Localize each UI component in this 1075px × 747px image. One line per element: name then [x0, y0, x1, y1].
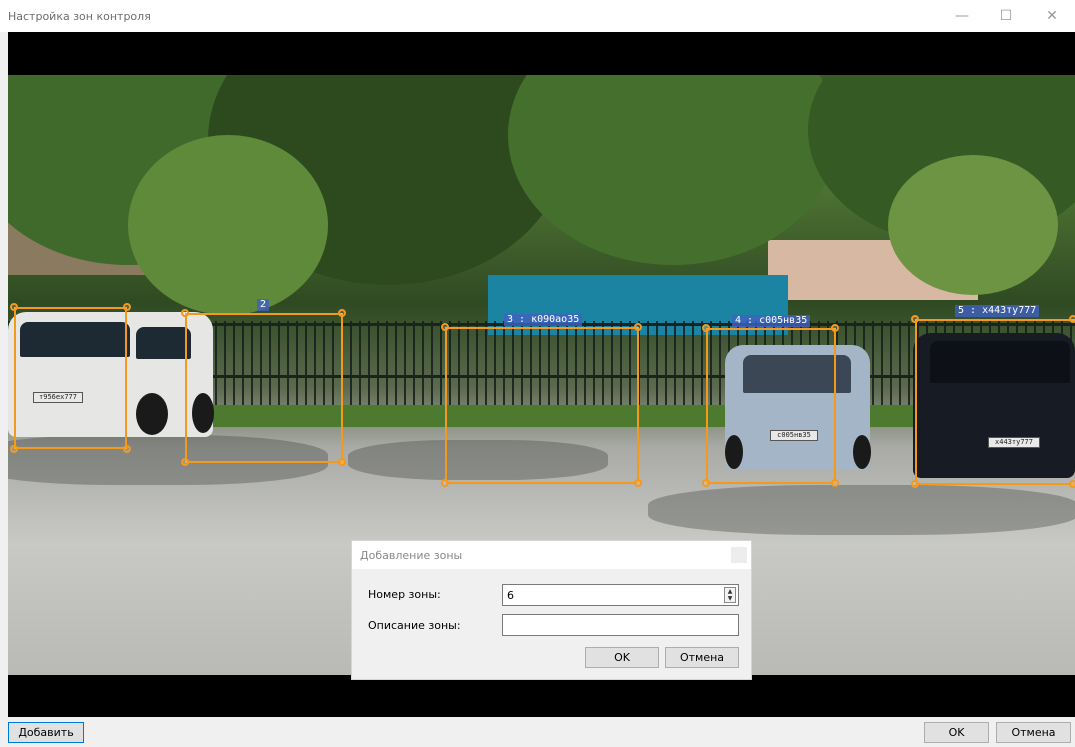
- maximize-button[interactable]: ☐: [984, 0, 1028, 32]
- zone-2-handle[interactable]: [181, 458, 189, 466]
- zone-2-handle[interactable]: [181, 309, 189, 317]
- zone-1-handle[interactable]: [123, 303, 131, 311]
- stepper-up-icon[interactable]: ▲: [725, 588, 735, 595]
- stepper-down-icon[interactable]: ▼: [725, 595, 735, 602]
- title-bar: Настройка зон контроля — ☐ ✕: [0, 0, 1075, 32]
- zone-label-4: 4 : с005нв35: [732, 315, 811, 327]
- zone-number-label: Номер зоны:: [368, 588, 441, 601]
- tree-canopy: [128, 135, 328, 315]
- zone-number-stepper[interactable]: ▲ ▼: [502, 584, 739, 606]
- add-zone-dialog: Добавление зоны Номер зоны: ▲ ▼ Описание…: [351, 540, 752, 680]
- zone-description-field[interactable]: [502, 614, 739, 636]
- zone-1-handle[interactable]: [10, 303, 18, 311]
- add-button[interactable]: Добавить: [8, 722, 84, 743]
- zone-5-handle[interactable]: [1069, 315, 1075, 323]
- dialog-close-button[interactable]: [731, 547, 747, 563]
- zone-4-handle[interactable]: [702, 479, 710, 487]
- zone-5-handle[interactable]: [911, 480, 919, 488]
- dialog-title: Добавление зоны: [360, 549, 463, 562]
- zone-label-5: 5 : х443ту777: [955, 305, 1040, 317]
- zone-2[interactable]: [185, 313, 343, 463]
- zone-3-handle[interactable]: [441, 479, 449, 487]
- zone-description-input[interactable]: [503, 615, 736, 635]
- car-wheel: [136, 393, 168, 435]
- zone-5-handle[interactable]: [911, 315, 919, 323]
- zone-number-input[interactable]: [503, 585, 711, 605]
- minimize-button[interactable]: —: [940, 0, 984, 32]
- zone-1[interactable]: [14, 307, 127, 449]
- zone-5[interactable]: [915, 319, 1075, 485]
- ok-button[interactable]: OK: [924, 722, 989, 743]
- car-window: [136, 327, 191, 359]
- zone-3-handle[interactable]: [441, 323, 449, 331]
- window-title: Настройка зон контроля: [8, 10, 151, 23]
- stepper-buttons[interactable]: ▲ ▼: [724, 587, 736, 603]
- zone-3-handle[interactable]: [634, 479, 642, 487]
- zone-4-handle[interactable]: [831, 479, 839, 487]
- tree-canopy: [508, 75, 838, 265]
- dialog-title-bar: Добавление зоны: [352, 541, 751, 569]
- zone-3[interactable]: [445, 327, 639, 484]
- cancel-button[interactable]: Отмена: [996, 722, 1071, 743]
- zone-2-handle[interactable]: [338, 309, 346, 317]
- zone-description-label: Описание зоны:: [368, 619, 461, 632]
- car-wheel: [853, 435, 871, 469]
- zone-label-2: 2: [257, 299, 270, 311]
- close-button[interactable]: ✕: [1030, 0, 1074, 32]
- zone-4[interactable]: [706, 328, 836, 484]
- zone-4-handle[interactable]: [702, 324, 710, 332]
- zone-3-handle[interactable]: [634, 323, 642, 331]
- tree-canopy: [888, 155, 1058, 295]
- zone-label-3: 3 : к090ао35: [504, 314, 583, 326]
- tree-shadow: [648, 485, 1075, 535]
- zone-4-handle[interactable]: [831, 324, 839, 332]
- zone-5-handle[interactable]: [1069, 480, 1075, 488]
- dialog-ok-button[interactable]: OK: [585, 647, 659, 668]
- zone-2-handle[interactable]: [338, 458, 346, 466]
- zone-1-handle[interactable]: [123, 445, 131, 453]
- zone-1-handle[interactable]: [10, 445, 18, 453]
- dialog-cancel-button[interactable]: Отмена: [665, 647, 739, 668]
